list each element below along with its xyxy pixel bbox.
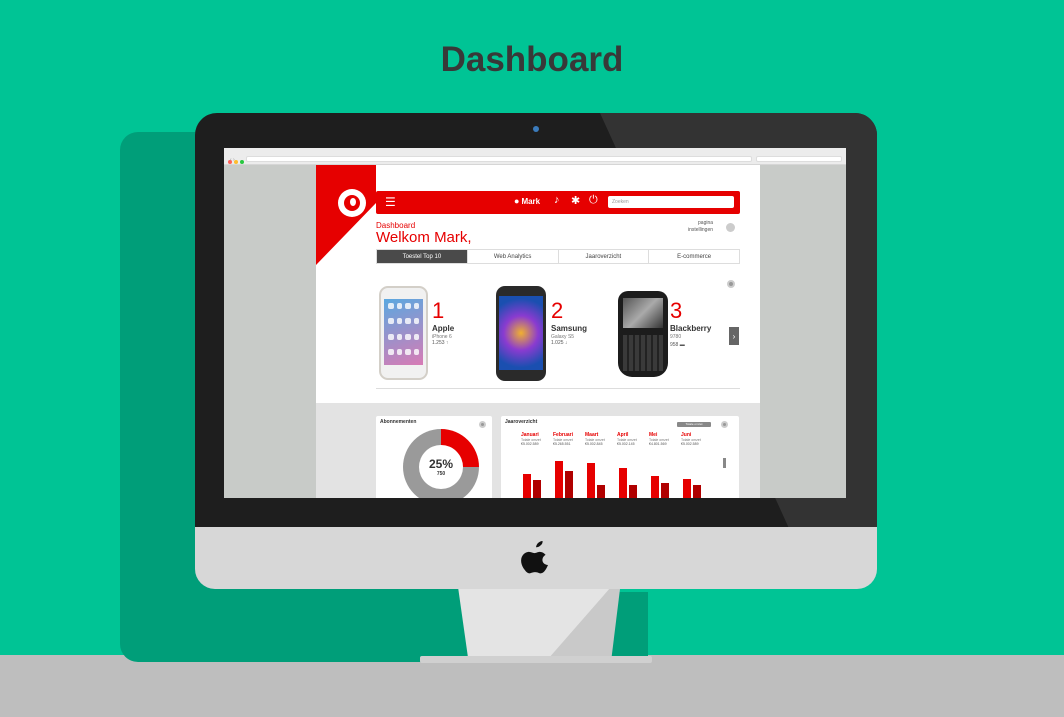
bar-maart-series-2[interactable] [597,485,605,498]
browser-nav-icons[interactable]: ‹ › [230,157,235,163]
tab-bar: Toestel Top 10 Web Analytics Jaaroverzic… [376,249,740,264]
month-value: €5.002.145 [617,442,635,446]
rank-3: 3 [670,298,683,323]
tab-web-analytics[interactable]: Web Analytics [468,250,559,263]
divider [376,388,740,389]
donut-value: 750 [436,471,446,477]
month-juni: Juni Totale omzet €5.002.589 [681,432,711,446]
jaaroverzicht-bar-chart [515,459,715,498]
donut-percent: 25% [428,457,454,471]
month-mei: Mei Totale omzet €4.801.569 [649,432,679,446]
month-value: €5.265.551 [553,442,571,446]
greeting: Welkom Mark, [376,229,472,246]
settings-link-line1: pagina [698,220,714,226]
bar-januari-series-2[interactable] [533,479,541,498]
camera [533,126,539,132]
rank-2: 2 [551,298,564,323]
month-value: €5.002.589 [521,442,539,446]
tab-toestel-top-10[interactable]: Toestel Top 10 [377,250,468,263]
month-april: April Totale omzet €5.002.145 [617,432,647,446]
user-menu[interactable]: ● Mark [514,196,540,206]
device-2-count: 1.025 ↓ [551,340,567,346]
month-februari: Februari Totale omzet €5.265.551 [553,432,583,446]
month-value: €4.801.569 [649,442,667,446]
browser-search[interactable] [756,156,842,162]
device-1-count: 1.253 ↑ [432,340,448,346]
device-1-brand: Apple [432,324,455,333]
bar-mei-series-2[interactable] [661,483,669,498]
stand-foot [420,656,652,663]
abonnementen-card: Abonnementen 25% 750 [376,416,492,498]
monitor-chin [195,527,877,589]
web-page: ☰ ● Mark ♪ ✱ ⏻ Zoeken Dashboard Welkom Ma… [316,165,760,498]
trend-down-icon: ↓ [564,340,568,346]
top-nav-bar: ☰ ● Mark ♪ ✱ ⏻ Zoeken [376,191,740,214]
bar-februari-series-2[interactable] [565,471,573,498]
widgets-area: Abonnementen 25% 750 Jaaroverzicht Total… [316,403,760,498]
bar-april-series-2[interactable] [629,484,637,498]
search-input[interactable]: Zoeken [608,196,734,208]
tab-jaaroverzicht[interactable]: Jaaroverzicht [559,250,650,263]
abonnementen-donut-chart[interactable]: 25% 750 [403,429,479,498]
monitor-screen: ‹ › ☰ ● Mark ♪ ✱ ⏻ Zoeken Dashboard Welko… [224,148,846,498]
abonnementen-gear-icon[interactable] [479,421,486,428]
iphone-image [379,286,428,380]
power-icon[interactable]: ⏻ [589,194,598,207]
bar-januari-series-1[interactable] [523,474,531,498]
month-januari: Januari Totale omzet €5.002.589 [521,432,551,446]
jaaroverzicht-gear-icon[interactable] [721,421,728,428]
bar-maart-series-1[interactable] [587,463,595,498]
month-value: €5.002.589 [681,442,699,446]
page-heading: Dashboard [440,40,624,79]
address-bar[interactable] [246,156,752,162]
top10-settings-gear-icon[interactable] [727,280,735,288]
menu-icon[interactable]: ☰ [385,195,396,209]
trend-up-icon: ↑ [445,340,449,346]
blackberry-image [618,291,668,377]
device-1-count-value: 1.253 [432,340,445,346]
vodafone-logo-icon[interactable] [338,189,366,217]
jaaroverzicht-card: Jaaroverzicht Totale omzet Januari Totale… [501,416,739,498]
month-maart: Maart Totale omzet €5.002.845 [585,432,615,446]
bar-mei-series-1[interactable] [651,475,659,498]
device-3-count: 958 ▬ [670,342,685,348]
bar-april-series-1[interactable] [619,467,627,498]
donut-center: 25% 750 [419,445,463,489]
totale-omzet-badge[interactable]: Totale omzet [677,422,711,427]
rank-1: 1 [432,298,445,323]
page-settings-link[interactable]: pagina instellingen [688,220,713,234]
device-3-brand: Blackberry [670,324,712,333]
device-3-count-value: 958 [670,342,679,348]
month-value: €5.002.845 [585,442,603,446]
tab-e-commerce[interactable]: E-commerce [649,250,739,263]
maximize-dot[interactable] [240,160,244,164]
browser-chrome: ‹ › [224,148,846,165]
next-arrow-button[interactable]: › [729,327,739,345]
user-icon: ● [514,196,520,206]
device-2-count-value: 1.025 [551,340,564,346]
device-3-model: 9780 [670,334,682,340]
bar-juni-series-2[interactable] [693,485,701,498]
bar-februari-series-1[interactable] [555,461,563,498]
chart-scrollbar[interactable] [723,458,726,468]
user-name: Mark [521,197,541,206]
abonnementen-title: Abonnementen [380,419,417,425]
bell-icon[interactable]: ♪ [554,194,560,206]
settings-link-line2: instellingen [688,227,714,233]
bar-juni-series-1[interactable] [683,479,691,498]
galaxy-s5-image [496,286,546,381]
trend-flat-icon: ▬ [679,342,685,348]
floor [0,655,1064,717]
device-2-brand: Samsung [551,324,588,333]
apple-logo-icon [521,541,548,574]
jaaroverzicht-title: Jaaroverzicht [505,419,538,425]
page-settings-gear-icon[interactable] [726,223,735,232]
gear-icon[interactable]: ✱ [571,194,580,207]
